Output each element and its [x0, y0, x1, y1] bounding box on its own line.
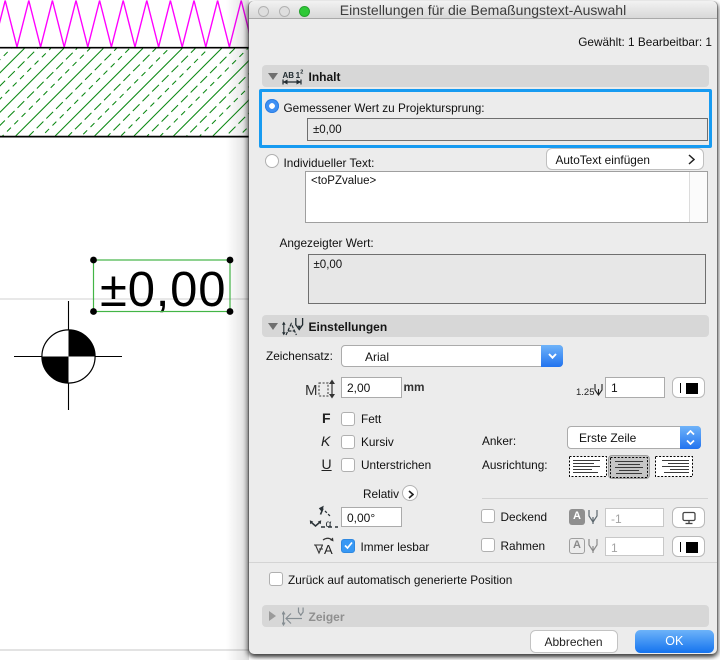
svg-text:A: A — [324, 542, 333, 556]
svg-text:2: 2 — [300, 69, 303, 75]
svg-text:±0,00: ±0,00 — [100, 263, 226, 317]
svg-text:AB: AB — [283, 71, 295, 80]
svg-text:1.25: 1.25 — [576, 387, 595, 398]
svg-text:M: M — [305, 382, 318, 399]
